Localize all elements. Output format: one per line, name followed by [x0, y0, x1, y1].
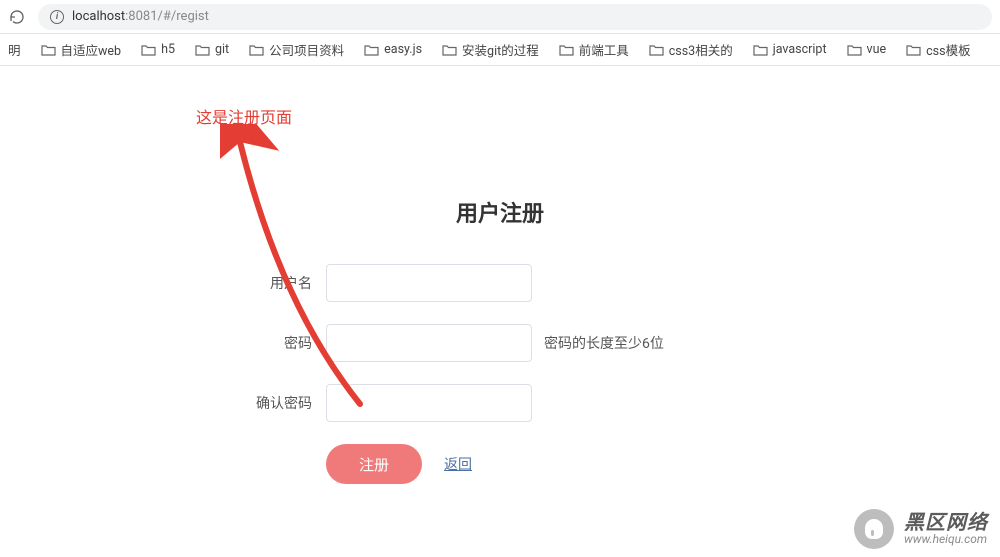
folder-icon [41, 44, 56, 56]
bookmark-item[interactable]: easy.js [358, 39, 428, 60]
bookmark-label: 前端工具 [579, 40, 629, 59]
bookmark-label: git [215, 42, 229, 57]
reload-icon[interactable] [8, 8, 26, 26]
password-row: 密码 密码的长度至少6位 [220, 324, 780, 362]
submit-button[interactable]: 注册 [326, 444, 422, 484]
register-form: 用户注册 用户名 密码 密码的长度至少6位 确认密码 注册 返回 [220, 96, 780, 484]
bookmark-item[interactable]: vue [841, 39, 893, 60]
bookmark-item[interactable]: 公司项目资料 [243, 37, 350, 62]
folder-icon [364, 44, 379, 56]
bookmark-item[interactable]: 明 [8, 37, 27, 62]
folder-icon [249, 44, 264, 56]
bookmark-item[interactable]: h5 [135, 39, 181, 60]
username-input[interactable] [326, 264, 532, 302]
bookmark-label: h5 [161, 42, 175, 57]
site-info-icon[interactable]: i [50, 10, 64, 24]
bookmark-item[interactable]: css3相关的 [643, 37, 739, 62]
username-label: 用户名 [220, 273, 326, 293]
back-link[interactable]: 返回 [444, 454, 472, 474]
bookmark-item[interactable]: git [189, 39, 235, 60]
bookmark-label: 自适应web [61, 40, 122, 59]
bookmark-label: 安装git的过程 [462, 40, 539, 59]
password-label: 密码 [220, 333, 326, 353]
url-host: localhost [72, 9, 125, 24]
watermark: 黑区网络 www.heiqu.com [854, 509, 988, 549]
password-input[interactable] [326, 324, 532, 362]
confirm-label: 确认密码 [220, 393, 326, 413]
bookmark-label: css3相关的 [669, 40, 733, 59]
bookmarks-bar: 明 自适应web h5 git 公司项目资料 easy.js 安装git的过程 … [0, 34, 1000, 66]
folder-icon [141, 44, 156, 56]
bookmark-label: javascript [773, 42, 827, 57]
page-content: 这是注册页面 用户注册 用户名 密码 密码的长度至少6位 确认密码 注册 返回 [0, 66, 1000, 484]
address-input[interactable]: i localhost:8081/#/regist [38, 4, 992, 30]
username-row: 用户名 [220, 264, 780, 302]
bookmark-label: easy.js [384, 42, 422, 57]
browser-address-bar: i localhost:8081/#/regist [0, 0, 1000, 34]
bookmark-label: 公司项目资料 [269, 40, 344, 59]
watermark-cn: 黑区网络 [904, 511, 988, 533]
folder-icon [649, 44, 664, 56]
form-actions: 注册 返回 [220, 444, 780, 484]
bookmark-item[interactable]: 自适应web [35, 37, 128, 62]
watermark-text: 黑区网络 www.heiqu.com [904, 511, 988, 546]
confirm-input[interactable] [326, 384, 532, 422]
password-hint: 密码的长度至少6位 [544, 333, 664, 353]
folder-icon [442, 44, 457, 56]
folder-icon [847, 44, 862, 56]
form-title: 用户注册 [220, 196, 780, 228]
bookmark-item[interactable]: 前端工具 [553, 37, 635, 62]
bookmark-label: css模板 [926, 40, 970, 59]
annotation-note: 这是注册页面 [196, 104, 292, 128]
folder-icon [195, 44, 210, 56]
bookmark-item[interactable]: 安装git的过程 [436, 37, 545, 62]
watermark-logo-icon [854, 509, 894, 549]
confirm-row: 确认密码 [220, 384, 780, 422]
url-path: /#/regist [158, 9, 209, 24]
bookmark-label: vue [867, 42, 887, 57]
folder-icon [559, 44, 574, 56]
bookmark-label: 明 [8, 40, 21, 59]
bookmark-item[interactable]: javascript [747, 39, 833, 60]
watermark-en: www.heiqu.com [904, 533, 988, 546]
folder-icon [906, 44, 921, 56]
url-port: :8081 [125, 9, 157, 24]
bookmark-item[interactable]: css模板 [900, 37, 976, 62]
folder-icon [753, 44, 768, 56]
